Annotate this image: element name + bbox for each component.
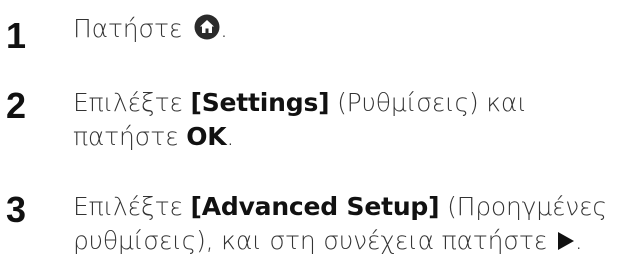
instruction-text: (Προηγμένες (439, 192, 607, 221)
ok-button-label: OK (186, 122, 227, 151)
instruction-line: πατήστε OK. (73, 120, 639, 154)
step-instruction: Επιλέξτε [Advanced Setup] (Προηγμένες ρυ… (73, 190, 639, 258)
menu-option-advanced-setup: [Advanced Setup] (190, 192, 440, 221)
instruction-text: Πατήστε (73, 14, 190, 43)
instruction-text: . (574, 226, 583, 255)
instruction-line: Επιλέξτε [Settings] (Ρυθμίσεις) και (73, 86, 639, 120)
instruction-text: Επιλέξτε (73, 88, 191, 117)
step-instruction: Επιλέξτε [Settings] (Ρυθμίσεις) και πατή… (73, 86, 639, 154)
instruction-text: (Ρυθμίσεις) και (329, 88, 527, 117)
step-number: 1 (6, 15, 27, 56)
step-instruction: Πατήστε . (73, 12, 639, 46)
instruction-text: . (219, 14, 228, 43)
step-number: 2 (6, 85, 27, 126)
instruction-text: . (226, 122, 235, 151)
instruction-text: πατήστε (73, 122, 187, 151)
instruction-text: ρυθμίσεις), και στη συνέχεια πατήστε (73, 226, 555, 255)
instruction-line: ρυθμίσεις), και στη συνέχεια πατήστε . (73, 224, 639, 258)
instruction-line: Επιλέξτε [Advanced Setup] (Προηγμένες (73, 190, 639, 224)
home-button-icon (194, 14, 220, 40)
play-right-arrow-icon (557, 226, 575, 250)
step-number: 3 (6, 189, 27, 230)
instruction-text: Επιλέξτε (73, 192, 191, 221)
menu-option-settings: [Settings] (190, 88, 330, 117)
